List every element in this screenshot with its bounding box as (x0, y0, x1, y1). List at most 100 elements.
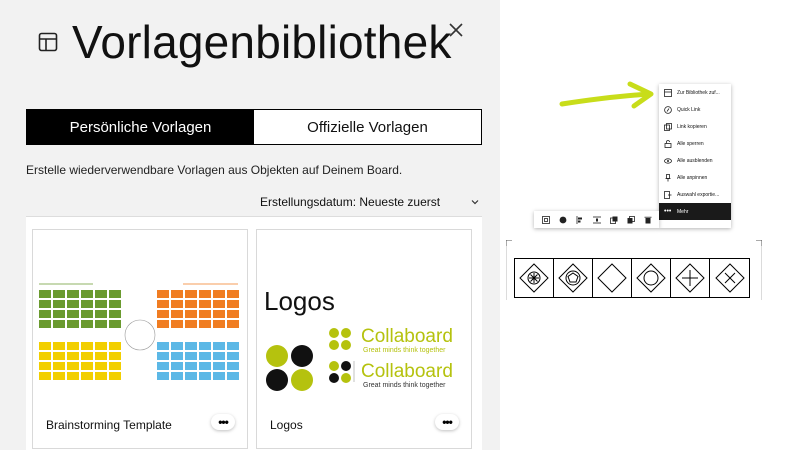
sticky-note (185, 320, 197, 328)
sticky-note (157, 362, 169, 370)
shape-diamond-circle[interactable] (632, 259, 671, 297)
close-icon[interactable] (446, 20, 466, 40)
sticky-note (53, 342, 65, 350)
menu-item-label: Alle ausblenden (677, 157, 713, 164)
more-options-button[interactable]: ••• (211, 414, 235, 430)
sticky-note (157, 300, 169, 308)
menu-item-copy-link[interactable]: Link kopieren (659, 118, 731, 135)
menu-item-lock-all[interactable]: Alle sperren (659, 135, 731, 152)
sticky-note (171, 362, 183, 370)
sticky-note (95, 300, 107, 308)
frame-icon[interactable] (541, 215, 550, 224)
sticky-note (39, 310, 51, 318)
sticky-note (213, 290, 225, 298)
distribute-icon[interactable] (592, 216, 601, 224)
sticky-note (67, 300, 79, 308)
sticky-note (213, 372, 225, 380)
eye-icon (664, 157, 672, 164)
template-name: Brainstorming Template (46, 418, 172, 432)
align-left-icon[interactable] (576, 215, 584, 224)
sticky-note (109, 362, 121, 370)
sticky-note (81, 290, 93, 298)
diamond-x-icon (714, 263, 745, 293)
bpmn-shape-group[interactable] (514, 258, 750, 298)
tab-official-templates[interactable]: Offizielle Vorlagen (254, 110, 481, 144)
sticky-note (109, 310, 121, 318)
lock-icon (664, 139, 672, 148)
menu-item-hide-all[interactable]: Alle ausblenden (659, 152, 731, 169)
sticky-note (39, 342, 51, 350)
sticky-note (67, 320, 79, 328)
sticky-note (227, 362, 239, 370)
shape-diamond-plus[interactable] (671, 259, 710, 297)
sticky-note (199, 300, 211, 308)
menu-item-label: Alle sperren (677, 140, 704, 147)
menu-item-more[interactable]: ••• Mehr (659, 203, 731, 220)
diamond-asterisk-icon (519, 263, 549, 293)
sticky-note (67, 352, 79, 360)
template-card-logos[interactable]: Logos Collaboard Great minds think toget… (256, 229, 472, 449)
sticky-note (109, 290, 121, 298)
menu-item-pin-all[interactable]: Alle anpinnen (659, 169, 731, 186)
sticky-note (95, 352, 107, 360)
menu-item-label: Quick Link (677, 106, 701, 113)
sticky-note (227, 320, 239, 328)
sticky-note (213, 320, 225, 328)
sticky-note (199, 352, 211, 360)
shape-diamond-x[interactable] (710, 259, 749, 297)
quick-link-icon (664, 105, 672, 114)
sticky-note (185, 310, 197, 318)
menu-item-quick-link[interactable]: Quick Link (659, 101, 731, 118)
menu-item-export-selection[interactable]: Auswahl exportie... (659, 186, 731, 203)
sticky-note (39, 362, 51, 370)
export-icon (664, 190, 672, 199)
delete-icon[interactable] (644, 216, 652, 224)
more-options-button[interactable]: ••• (435, 414, 459, 430)
template-card-brainstorming[interactable]: Brainstorming Template ••• (32, 229, 248, 449)
more-icon: ••• (664, 207, 672, 215)
sticky-note (227, 372, 239, 380)
library-icon (664, 88, 672, 97)
sticky-note (81, 352, 93, 360)
template-thumbnail: Logos Collaboard Great minds think toget… (257, 230, 471, 392)
context-menu: Zur Bibliothek zuf... Quick Link Link ko… (659, 84, 731, 228)
panel-title: Vorlagenbibliothek (72, 16, 452, 68)
sticky-note (81, 362, 93, 370)
sticky-note (109, 320, 121, 328)
sticky-note (53, 310, 65, 318)
sort-dropdown[interactable]: Erstellungsdatum: Neueste zuerst (260, 195, 480, 209)
sticky-note (157, 320, 169, 328)
sticky-note (95, 290, 107, 298)
send-back-icon[interactable] (627, 215, 635, 224)
pin-icon (665, 173, 671, 181)
sticky-note (157, 310, 169, 318)
sticky-note (199, 310, 211, 318)
sticky-note (53, 352, 65, 360)
tab-bar: Persönliche Vorlagen Offizielle Vorlagen (26, 109, 482, 145)
menu-item-add-to-library[interactable]: Zur Bibliothek zuf... (659, 84, 731, 101)
sticky-note (39, 320, 51, 328)
sticky-note (95, 342, 107, 350)
bring-front-icon[interactable] (609, 216, 618, 224)
shape-diamond-asterisk[interactable] (515, 259, 554, 297)
sticky-note (199, 372, 211, 380)
sticky-note (53, 320, 65, 328)
shape-diamond-pentagon[interactable] (554, 259, 593, 297)
sort-label: Erstellungsdatum: Neueste zuerst (260, 195, 441, 209)
tab-personal-templates[interactable]: Persönliche Vorlagen (27, 110, 254, 144)
sticky-note (53, 372, 65, 380)
sticky-note (53, 300, 65, 308)
sticky-note (67, 362, 79, 370)
palette-icon[interactable] (559, 216, 567, 224)
sticky-note (171, 300, 183, 308)
menu-item-label: Mehr (677, 208, 689, 215)
sticky-note (81, 320, 93, 328)
sticky-note (213, 362, 225, 370)
template-library-panel: Vorlagenbibliothek Persönliche Vorlagen … (0, 0, 500, 451)
sticky-note (95, 320, 107, 328)
sticky-note (53, 290, 65, 298)
sticky-note (227, 310, 239, 318)
sticky-note (157, 372, 169, 380)
shape-diamond[interactable] (593, 259, 632, 297)
brand-tagline-bottom: Great minds think together (363, 382, 446, 389)
